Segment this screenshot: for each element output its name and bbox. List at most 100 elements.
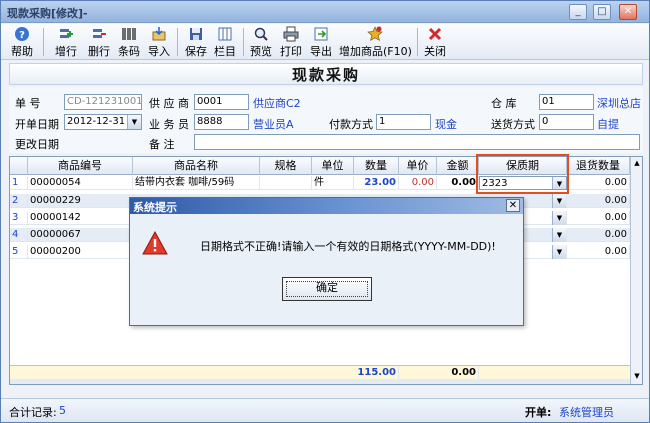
cell-code[interactable]: 00000200	[28, 245, 133, 259]
toolbar-separator	[243, 28, 244, 56]
svg-text:?: ?	[19, 30, 25, 41]
col-header-price[interactable]: 单价	[399, 157, 437, 175]
total-qty: 115.00	[354, 366, 399, 380]
warehouse-label: 仓 库	[491, 97, 517, 110]
delivery-label: 送货方式	[491, 118, 535, 131]
warehouse-code-field[interactable]: 01	[539, 94, 594, 110]
supplier-label: 供 应 商	[149, 97, 189, 110]
warning-icon	[142, 231, 168, 255]
col-header-return-qty[interactable]: 退货数量	[567, 157, 630, 175]
cell-unit[interactable]: 件	[312, 176, 354, 190]
close-icon	[428, 27, 442, 41]
warehouse-name-link[interactable]: 深圳总店	[597, 95, 641, 111]
change-date-label: 更改日期	[15, 138, 59, 151]
form-header: 单 号 CD-121231001 供 应 商 0001 供应商C2 仓 库 01…	[9, 87, 643, 153]
toolbar-delete-row-button[interactable]: 删行	[84, 26, 114, 58]
toolbar-export-button[interactable]: 导出	[308, 26, 334, 58]
cell-code[interactable]: 00000229	[28, 194, 133, 208]
add-row-icon	[60, 29, 73, 38]
record-count-value: 5	[59, 404, 66, 417]
creator-value: 系统管理员	[559, 406, 614, 419]
cell-amount[interactable]: 0.00	[437, 176, 479, 190]
delivery-code-field[interactable]: 0	[539, 114, 594, 130]
toolbar-help-button[interactable]: ? 帮助	[7, 26, 37, 58]
cell-price[interactable]: 0.00	[399, 176, 437, 190]
cell-return-qty[interactable]: 0.00	[567, 176, 630, 190]
grid-totals-row: 115.00 0.00	[10, 365, 630, 380]
toolbar-columns-button[interactable]: 栏目	[212, 26, 238, 58]
grid-header-corner	[10, 157, 28, 175]
title-bar: 现款采购[修改]- _ □ ✕	[1, 1, 649, 23]
col-header-spec[interactable]: 规格	[260, 157, 312, 175]
doc-no-field[interactable]: CD-121231001	[64, 94, 142, 110]
row-number: 5	[10, 245, 28, 259]
columns-icon	[218, 27, 232, 41]
toolbar-preview-button[interactable]: 预览	[248, 26, 274, 58]
col-header-name[interactable]: 商品名称	[133, 157, 260, 175]
purchase-window: 现款采购[修改]- _ □ ✕ ? 帮助 增行 删行 条码 导入 保存 栏目 预…	[0, 0, 650, 423]
total-amount: 0.00	[437, 366, 479, 380]
cell-return-qty[interactable]: 0.00	[567, 228, 630, 242]
toolbar-add-row-button[interactable]: 增行	[51, 26, 81, 58]
form-title: 现款采购	[9, 63, 643, 85]
vertical-scrollbar[interactable]: ▲ ▼	[630, 157, 642, 384]
salesman-name-link[interactable]: 营业员A	[253, 116, 294, 132]
minimize-button[interactable]: _	[569, 4, 587, 20]
print-icon	[283, 26, 299, 42]
cell-qty[interactable]: 23.00	[354, 176, 399, 190]
salesman-code-field[interactable]: 8888	[194, 114, 249, 130]
toolbar-barcode-button[interactable]: 条码	[116, 26, 142, 58]
import-icon	[152, 27, 166, 41]
cell-return-qty[interactable]: 0.00	[567, 211, 630, 225]
col-header-code[interactable]: 商品编号	[28, 157, 133, 175]
toolbar-add-product-button[interactable]: 增加商品(F10)	[339, 26, 412, 58]
ok-button[interactable]: 确定	[282, 277, 372, 301]
delete-row-icon	[93, 29, 106, 38]
window-close-button[interactable]: ✕	[619, 4, 637, 20]
dialog-close-button[interactable]: ✕	[506, 199, 520, 212]
scroll-up-icon[interactable]: ▲	[632, 159, 642, 169]
toolbar-print-button[interactable]: 打印	[278, 26, 304, 58]
cell-name[interactable]: 结带内衣套 咖啡/59码	[133, 176, 260, 190]
add-product-icon	[367, 26, 383, 42]
date-field[interactable]: 2012-12-31 ▼	[64, 114, 142, 130]
dialog-message: 日期格式不正确!请输入一个有效的日期格式(YYYY-MM-DD)!	[200, 240, 496, 253]
salesman-label: 业 务 员	[149, 118, 189, 131]
row-number: 3	[10, 211, 28, 225]
payment-name-link[interactable]: 现金	[435, 116, 457, 132]
toolbar-import-button[interactable]: 导入	[146, 26, 172, 58]
payment-code-field[interactable]: 1	[376, 114, 431, 130]
toolbar-separator	[417, 28, 418, 56]
chevron-down-icon[interactable]: ▼	[552, 228, 566, 242]
dialog-title-bar: 系统提示 ✕	[130, 198, 523, 214]
maximize-button[interactable]: □	[593, 4, 611, 20]
payment-label: 付款方式	[329, 118, 373, 131]
cell-code[interactable]: 00000142	[28, 211, 133, 225]
delivery-name-link[interactable]: 自提	[597, 116, 619, 132]
chevron-down-icon[interactable]: ▼	[127, 115, 141, 129]
col-header-amount[interactable]: 金额	[437, 157, 479, 175]
chevron-down-icon[interactable]: ▼	[552, 211, 566, 225]
chevron-down-icon[interactable]: ▼	[552, 194, 566, 208]
chevron-down-icon[interactable]: ▼	[552, 245, 566, 259]
cell-code[interactable]: 00000054	[28, 176, 133, 190]
note-label: 备 注	[149, 138, 175, 151]
scroll-down-icon[interactable]: ▼	[632, 372, 642, 382]
cell-return-qty[interactable]: 0.00	[567, 245, 630, 259]
col-header-qty[interactable]: 数量	[354, 157, 399, 175]
supplier-code-field[interactable]: 0001	[194, 94, 249, 110]
creator-label: 开单:	[525, 406, 552, 419]
system-alert-dialog: 系统提示 ✕ 日期格式不正确!请输入一个有效的日期格式(YYYY-MM-DD)!…	[129, 197, 524, 326]
note-field[interactable]	[194, 134, 640, 150]
expiry-highlight-box	[476, 154, 569, 194]
row-number: 2	[10, 194, 28, 208]
horizontal-scrollbar[interactable]	[10, 379, 630, 384]
col-header-unit[interactable]: 单位	[312, 157, 354, 175]
barcode-icon	[122, 28, 136, 40]
cell-spec[interactable]	[260, 176, 312, 190]
cell-code[interactable]: 00000067	[28, 228, 133, 242]
toolbar-close-button[interactable]: 关闭	[422, 26, 448, 58]
cell-return-qty[interactable]: 0.00	[567, 194, 630, 208]
supplier-name-link[interactable]: 供应商C2	[253, 95, 301, 111]
toolbar-save-button[interactable]: 保存	[183, 26, 209, 58]
